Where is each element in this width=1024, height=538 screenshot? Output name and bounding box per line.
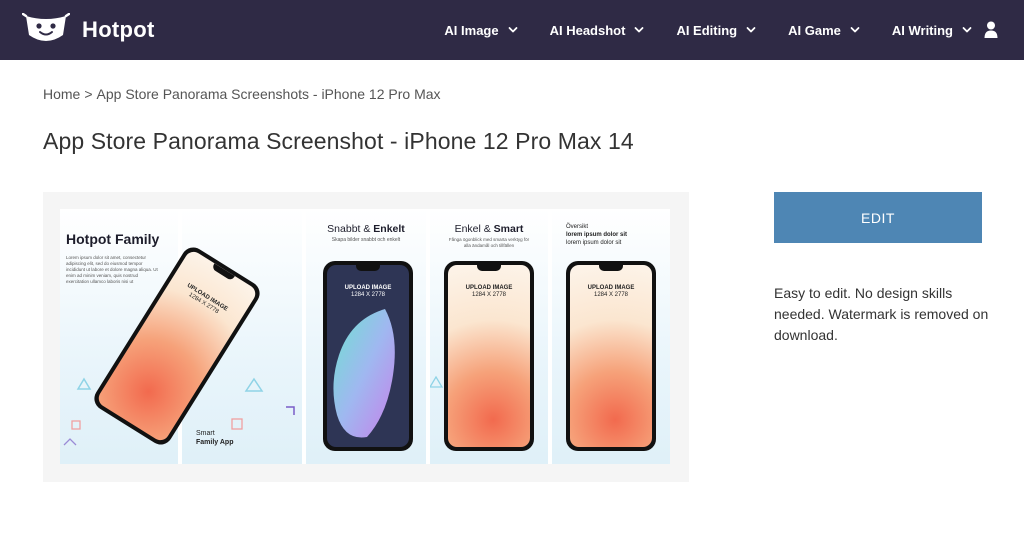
- upload-image-label: UPLOAD IMAGE 1284 X 2778: [167, 274, 242, 328]
- chevron-down-icon: [508, 27, 517, 33]
- upload-line2: 1284 X 2778: [471, 292, 507, 298]
- upload-line1: UPLOAD IMAGE: [587, 285, 635, 291]
- panel-subtitle: Skapa bilder snabbt och enkelt: [331, 237, 401, 243]
- page-title: App Store Panorama Screenshot - iPhone 1…: [43, 128, 634, 154]
- breadcrumb: Home > App Store Panorama Screenshots - iP…: [43, 86, 441, 102]
- template-preview[interactable]: Hotpot Family Lorem ipsum dolor sit amet…: [43, 192, 689, 482]
- preview-panel-5: Översikt lorem ipsum dolor sit lorem ips…: [552, 209, 670, 464]
- upload-line2: 1284 X 2778: [350, 292, 386, 298]
- upload-line2: 1284 X 2778: [187, 292, 220, 316]
- title-bold: Enkelt: [373, 223, 405, 235]
- nav-label: AI Image: [444, 22, 499, 38]
- breadcrumb-separator: >: [84, 86, 93, 102]
- preview-panel-3: Snabbt & Enkelt Skapa bilder snabbt och …: [306, 209, 426, 464]
- nav-ai-image[interactable]: AI Image: [444, 23, 517, 38]
- brand-logo[interactable]: Hotpot: [21, 12, 155, 48]
- nav-ai-game[interactable]: AI Game: [788, 23, 860, 38]
- gradient-blob-graphic: [333, 309, 395, 438]
- upload-image-label: UPLOAD IMAGE 1284 X 2778: [327, 285, 409, 299]
- footer-line2: Family App: [196, 439, 234, 446]
- breadcrumb-current-link[interactable]: App Store Panorama Screenshots - iPhone …: [97, 86, 441, 102]
- nav-ai-headshot[interactable]: AI Headshot: [550, 23, 645, 38]
- user-account-icon[interactable]: [984, 21, 998, 39]
- footer-line1: Smart: [196, 430, 215, 437]
- title-normal: Snabbt &: [327, 223, 374, 235]
- top-navbar: Hotpot AI Image AI Headshot AI Editing A…: [0, 0, 1024, 60]
- upload-line1: UPLOAD IMAGE: [344, 285, 392, 291]
- upload-image-label: UPLOAD IMAGE 1284 X 2778: [448, 285, 530, 299]
- upload-line1: UPLOAD IMAGE: [185, 282, 229, 313]
- phone-mockup: UPLOAD IMAGE 1284 X 2778: [566, 261, 656, 451]
- nav-ai-editing[interactable]: AI Editing: [676, 23, 756, 38]
- brand-name: Hotpot: [82, 17, 155, 42]
- edit-description: Easy to edit. No design skills needed. W…: [774, 285, 989, 343]
- chevron-down-icon: [962, 27, 972, 33]
- edit-button[interactable]: EDIT: [774, 192, 982, 243]
- nav-ai-writing[interactable]: AI Writing: [892, 23, 972, 38]
- nav-label: AI Game: [788, 22, 841, 38]
- preview-panel-4: Enkel & Smart Fånga ögonblick med smarta…: [430, 209, 548, 464]
- nav-label: AI Editing: [676, 22, 738, 38]
- phone-mockup: UPLOAD IMAGE 1284 X 2778: [444, 261, 534, 451]
- main-nav: AI Image AI Headshot AI Editing AI Game …: [412, 0, 972, 60]
- chevron-down-icon: [746, 27, 756, 33]
- phone-mockup: UPLOAD IMAGE 1284 X 2778: [323, 261, 413, 451]
- chevron-down-icon: [635, 27, 644, 33]
- hotpot-logo-icon: [21, 12, 71, 47]
- chevron-down-icon: [850, 27, 860, 33]
- upload-image-label: UPLOAD IMAGE 1284 X 2778: [570, 285, 652, 299]
- nav-label: AI Writing: [891, 22, 953, 38]
- breadcrumb-home-link[interactable]: Home: [43, 86, 80, 102]
- upload-line2: 1284 X 2778: [593, 292, 629, 298]
- panel-title: Snabbt & Enkelt: [306, 223, 426, 235]
- upload-line1: UPLOAD IMAGE: [465, 285, 513, 291]
- panel-footer: Smart Family App: [196, 429, 233, 447]
- nav-label: AI Headshot: [549, 22, 626, 38]
